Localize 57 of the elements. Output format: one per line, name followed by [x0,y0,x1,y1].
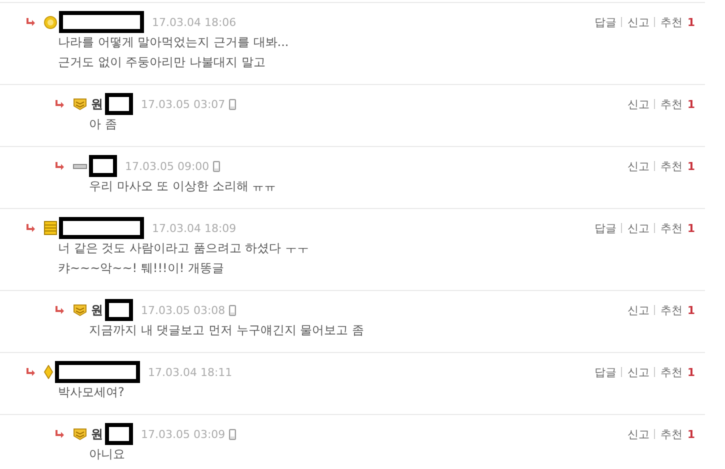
reply-arrow-icon [26,368,36,376]
timestamp: 17.03.04 18:11 [148,366,232,378]
vote-count: 1 [687,98,695,110]
author-name[interactable]: 원 [91,302,103,318]
comment-text: 아 좀 [89,116,118,133]
comment-text: 지금까지 내 댓글보고 먼저 누구얘긴지 물어보고 좀 [89,322,364,339]
comment-action-link[interactable]: 신고 [627,96,650,112]
reply-arrow-icon [55,162,65,170]
comment-text: 캬~~~악~~! 퉤!!!이! 개똥글 [58,260,225,277]
reply-arrow-icon [26,224,36,232]
chevron-badge-icon [73,304,87,316]
vote-count: 1 [687,160,695,172]
vote-count: 1 [687,428,695,440]
comment-action-link[interactable]: 신고 [627,426,650,442]
chevron-badge-icon [73,98,87,110]
diamond-badge-icon [44,365,53,379]
author-name[interactable]: 원 [91,426,103,442]
author-name[interactable]: 원 [91,96,103,112]
comment-action-link[interactable]: 추천 [660,158,682,174]
sun-badge-icon [44,16,57,28]
comment-action-link[interactable]: 추천 [660,302,682,318]
reply-arrow-icon [55,306,65,314]
comment-action-link[interactable]: 추천 [660,364,682,380]
comment-action-link[interactable]: 추천 [660,220,682,236]
comment-action-link[interactable]: 신고 [627,364,650,380]
reply-arrow-icon [26,18,36,26]
timestamp: 17.03.04 18:09 [152,222,236,234]
comment-action-link[interactable]: 신고 [627,158,650,174]
comment-action-link[interactable]: 추천 [660,14,682,30]
comment-action-link[interactable]: 답글 [594,220,616,236]
comment-text: 나라를 어떻게 말아먹었는지 근거를 대봐... [58,34,289,51]
comment-action-link[interactable]: 신고 [627,302,650,318]
comment-action-link[interactable]: 추천 [660,426,682,442]
comment-text: 우리 마사오 또 이상한 소리해 ㅠㅠ [89,178,276,195]
comment-text: 박사모세여? [58,384,126,401]
reply-arrow-icon [55,430,65,438]
bar-badge-icon [73,164,87,168]
comment-action-link[interactable]: 답글 [594,14,616,30]
vote-count: 1 [687,222,695,234]
stack-badge-icon [44,221,57,235]
chevron-badge-icon [73,428,87,440]
vote-count: 1 [687,304,695,316]
comment-action-link[interactable]: 신고 [627,14,650,30]
comment-action-link[interactable]: 답글 [594,364,616,380]
timestamp: 17.03.05 03:07 [141,98,226,110]
comment-text: 너 같은 것도 사람이라고 품으려고 하셨다 ㅜㅜ [58,240,309,257]
vote-count: 1 [687,366,695,378]
timestamp: 17.03.05 03:08 [141,304,226,316]
reply-arrow-icon [55,100,65,108]
comment-action-link[interactable]: 추천 [660,96,682,112]
comment-text: 근거도 없이 주둥아리만 나불대지 말고 [58,54,266,71]
comment-text: 아니요 [89,446,126,463]
timestamp: 17.03.04 18:06 [152,16,236,28]
vote-count: 1 [687,16,695,28]
timestamp: 17.03.05 03:09 [141,428,226,440]
comment-action-link[interactable]: 신고 [627,220,650,236]
timestamp: 17.03.05 09:00 [125,160,210,172]
